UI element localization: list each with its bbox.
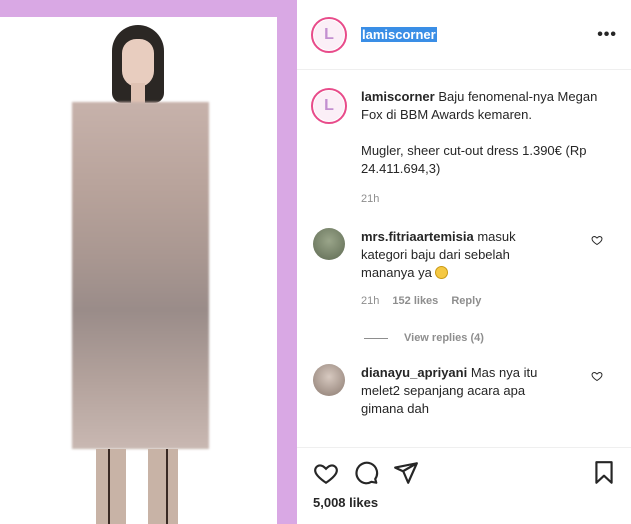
like-heart-icon[interactable] [313, 460, 339, 486]
view-replies-label: View replies (4) [404, 332, 484, 344]
bookmark-icon[interactable] [591, 460, 617, 486]
post-sidebar: L lamiscorner ••• L lamiscorner Baju fen… [297, 0, 631, 524]
comment-time[interactable]: 21h [361, 295, 379, 307]
reply-button[interactable]: Reply [451, 295, 481, 307]
commenter-avatar[interactable] [313, 228, 345, 260]
comment-body: dianayu_apriyani Mas nya itu melet2 sepa… [361, 364, 561, 418]
more-options-icon[interactable]: ••• [597, 26, 617, 44]
comment-item: dianayu_apriyani Mas nya itu melet2 sepa… [297, 364, 631, 418]
caption-avatar[interactable]: L [311, 88, 347, 124]
comment-like-icon[interactable] [591, 370, 603, 382]
header-username[interactable]: lamiscorner [361, 27, 437, 42]
view-replies[interactable]: View replies (4) [364, 332, 631, 344]
share-icon[interactable] [393, 460, 419, 486]
model-legs [92, 449, 182, 524]
post-image[interactable] [0, 17, 277, 524]
left-leg [96, 449, 126, 524]
caption-username[interactable]: lamiscorner [361, 89, 435, 104]
comment-meta: 21h 152 likes Reply [361, 292, 561, 310]
comment-like-icon[interactable] [591, 234, 603, 246]
replies-line [364, 337, 388, 339]
right-leg [148, 449, 178, 524]
comment-body: mrs.fitriaartemisia masuk kategori baju … [361, 228, 561, 310]
comment-item: mrs.fitriaartemisia masuk kategori baju … [297, 228, 631, 310]
likes-count[interactable]: 5,008 likes [313, 495, 378, 510]
grinning-sweat-emoji-icon [435, 266, 449, 279]
post-header: L lamiscorner ••• [297, 0, 631, 70]
right-seam [166, 449, 168, 524]
comment-likes[interactable]: 152 likes [392, 295, 438, 307]
profile-avatar[interactable]: L [311, 16, 347, 53]
avatar-logo: L [314, 19, 344, 50]
post-actions: 5,008 likes [297, 447, 631, 524]
comment-username[interactable]: mrs.fitriaartemisia [361, 229, 474, 244]
comment-username[interactable]: dianayu_apriyani [361, 365, 467, 380]
post-image-frame [0, 0, 297, 524]
caption-avatar-logo: L [314, 91, 344, 121]
censor-blur [72, 102, 209, 449]
caption-time[interactable]: 21h [361, 190, 611, 208]
caption-body: lamiscorner Baju fenomenal-nya Megan Fox… [361, 88, 611, 208]
commenter-avatar[interactable] [313, 364, 345, 396]
caption: L lamiscorner Baju fenomenal-nya Megan F… [297, 70, 631, 208]
comment-icon[interactable] [353, 460, 379, 486]
left-seam [108, 449, 110, 524]
caption-text-2: Mugler, sheer cut-out dress 1.390€ (Rp 2… [361, 143, 587, 176]
model-face [122, 39, 154, 87]
